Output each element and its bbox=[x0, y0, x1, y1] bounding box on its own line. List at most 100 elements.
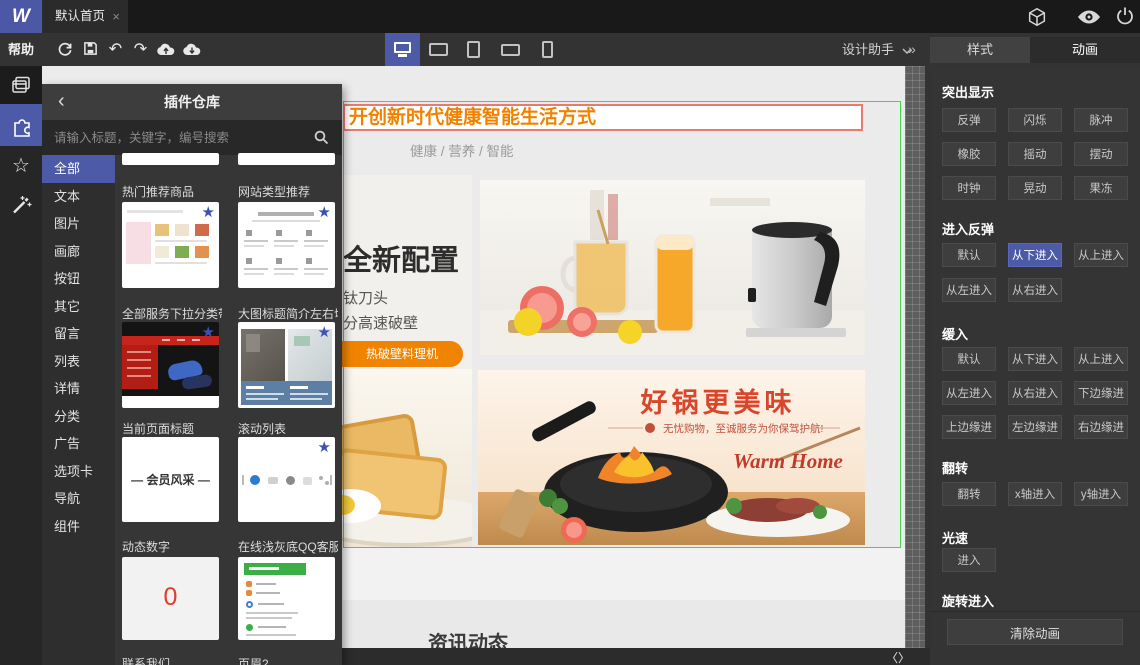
wok-banner-tagline: 无忧购物，至诚服务为你保驾护航! bbox=[663, 422, 823, 435]
anim-button[interactable]: 默认 bbox=[942, 243, 996, 267]
anim-button[interactable]: 闪烁 bbox=[1008, 108, 1062, 132]
plugin-card-scroll-list[interactable]: ★ bbox=[238, 437, 335, 522]
left-sidebar: ☆ bbox=[0, 66, 42, 665]
section-title: 缓入 bbox=[942, 327, 969, 342]
anim-button[interactable]: 橡胶 bbox=[942, 142, 996, 166]
app-logo: W bbox=[0, 0, 42, 33]
device-tablet-landscape-button[interactable] bbox=[429, 43, 448, 56]
category-item[interactable]: 画廊 bbox=[42, 238, 115, 266]
wok-banner-script: Warm Home bbox=[733, 449, 843, 473]
anim-button[interactable]: 上边缘进 bbox=[942, 415, 996, 439]
clear-animation-button[interactable]: 清除动画 bbox=[947, 619, 1123, 645]
category-item[interactable]: 选项卡 bbox=[42, 458, 115, 486]
save-icon[interactable] bbox=[82, 41, 99, 58]
page-tab[interactable]: 默认首页 × bbox=[42, 0, 128, 33]
category-item[interactable]: 分类 bbox=[42, 403, 115, 431]
category-item[interactable]: 按钮 bbox=[42, 265, 115, 293]
category-item[interactable]: 列表 bbox=[42, 348, 115, 376]
anim-button[interactable]: 从下进入 bbox=[1008, 347, 1062, 371]
page-subheading-text[interactable]: 健康 / 营养 / 智能 bbox=[410, 140, 514, 160]
category-item[interactable]: 组件 bbox=[42, 513, 115, 541]
redo-icon[interactable]: ↷ bbox=[132, 41, 149, 58]
plugin-card-dynamic-number[interactable]: 0 bbox=[122, 557, 219, 640]
search-icon[interactable] bbox=[314, 130, 329, 150]
cloud-download-icon[interactable] bbox=[182, 42, 201, 59]
plugin-search-input[interactable] bbox=[54, 120, 304, 155]
anim-button[interactable]: x轴进入 bbox=[1008, 482, 1062, 506]
hero-cta-button[interactable]: 热破壁料理机 bbox=[341, 341, 463, 367]
plugin-card-partial[interactable] bbox=[122, 153, 219, 165]
anim-button[interactable]: 从右进入 bbox=[1008, 278, 1062, 302]
tab-animation[interactable]: 动画 bbox=[1030, 37, 1140, 63]
code-view-icon[interactable]: 〈〉 bbox=[886, 649, 910, 665]
star-badge-icon: ★ bbox=[201, 324, 215, 341]
components-cube-icon[interactable] bbox=[1026, 6, 1050, 27]
plugin-card-page-title[interactable]: — 会员风采 — bbox=[122, 437, 219, 522]
page-tab-label: 默认首页 bbox=[55, 9, 106, 23]
anim-button[interactable]: y轴进入 bbox=[1074, 482, 1128, 506]
anim-button[interactable]: 从右进入 bbox=[1008, 381, 1062, 405]
anim-button[interactable]: 反弹 bbox=[942, 108, 996, 132]
anim-button[interactable]: 果冻 bbox=[1074, 176, 1128, 200]
category-item[interactable]: 文本 bbox=[42, 183, 115, 211]
refresh-icon[interactable] bbox=[56, 41, 73, 58]
anim-button[interactable]: 从左进入 bbox=[942, 381, 996, 405]
more-chevrons-button[interactable]: » bbox=[908, 33, 916, 66]
sidebar-item-pages[interactable] bbox=[0, 66, 42, 104]
anim-button-selected[interactable]: 从下进入 bbox=[1008, 243, 1062, 267]
device-phone-portrait-button[interactable] bbox=[542, 41, 553, 58]
plugin-card-hot-products[interactable]: ★ bbox=[122, 202, 219, 288]
anim-button[interactable]: 下边缘进 bbox=[1074, 381, 1128, 405]
member-style-preview-text: — 会员风采 — bbox=[131, 473, 210, 487]
category-item[interactable]: 全部 bbox=[42, 155, 115, 183]
anim-button[interactable]: 时钟 bbox=[942, 176, 996, 200]
help-button[interactable]: 帮助 bbox=[8, 33, 34, 66]
anim-button[interactable]: 翻转 bbox=[942, 482, 996, 506]
hero-text-block[interactable]: 全新配置 钛刀头 分高速破壁 热破壁料理机 bbox=[341, 175, 472, 371]
category-item[interactable]: 广告 bbox=[42, 430, 115, 458]
selected-title-element[interactable]: 开创新时代健康智能生活方式 bbox=[343, 104, 863, 131]
anim-button[interactable]: 右边缘进 bbox=[1074, 415, 1128, 439]
device-desktop-button[interactable] bbox=[385, 33, 420, 66]
anim-button[interactable]: 默认 bbox=[942, 347, 996, 371]
power-icon[interactable] bbox=[1115, 6, 1139, 27]
anim-button[interactable]: 从左进入 bbox=[942, 278, 996, 302]
preview-eye-icon[interactable] bbox=[1077, 9, 1101, 30]
sidebar-item-plugins[interactable] bbox=[0, 104, 42, 146]
sidebar-item-favorites[interactable]: ☆ bbox=[0, 146, 42, 184]
plugin-card-big-image-slider[interactable]: ★ bbox=[238, 322, 335, 408]
category-item[interactable]: 详情 bbox=[42, 375, 115, 403]
anim-button[interactable]: 左边缘进 bbox=[1008, 415, 1062, 439]
anim-button[interactable]: 脉冲 bbox=[1074, 108, 1128, 132]
design-assistant-dropdown[interactable]: 设计助手 bbox=[842, 33, 912, 66]
plugin-card-label: 网站类型推荐 bbox=[238, 185, 311, 199]
anim-button[interactable]: 从上进入 bbox=[1074, 243, 1128, 267]
plugin-card-partial[interactable] bbox=[238, 153, 335, 165]
category-item[interactable]: 图片 bbox=[42, 210, 115, 238]
canvas-bottom-bar: 〈〉 bbox=[342, 648, 930, 665]
category-item[interactable]: 留言 bbox=[42, 320, 115, 348]
anim-button[interactable]: 从上进入 bbox=[1074, 347, 1128, 371]
category-item[interactable]: 其它 bbox=[42, 293, 115, 321]
hero-line1: 钛刀头 bbox=[343, 290, 389, 307]
device-phone-landscape-button[interactable] bbox=[501, 44, 520, 56]
undo-icon[interactable]: ↶ bbox=[107, 41, 124, 58]
tab-style[interactable]: 样式 bbox=[930, 37, 1030, 63]
plugin-card-qq-service[interactable] bbox=[238, 557, 335, 640]
plugin-card-services-dropdown[interactable]: ★ bbox=[122, 322, 219, 408]
section-title: 突出显示 bbox=[942, 85, 995, 100]
category-item[interactable]: 导航 bbox=[42, 485, 115, 513]
anim-button[interactable]: 摆动 bbox=[1074, 142, 1128, 166]
anim-button[interactable]: 进入 bbox=[942, 548, 996, 572]
cloud-upload-icon[interactable] bbox=[156, 42, 175, 59]
toast-image[interactable] bbox=[341, 369, 472, 548]
tab-close-icon[interactable]: × bbox=[112, 0, 120, 33]
device-tablet-portrait-button[interactable] bbox=[467, 41, 480, 58]
plugin-card-site-types[interactable]: ★ bbox=[238, 202, 335, 288]
plugin-panel-title: 插件仓库 bbox=[164, 94, 220, 110]
anim-button[interactable]: 晃动 bbox=[1008, 176, 1062, 200]
kettle-product-image[interactable] bbox=[480, 180, 865, 355]
sidebar-item-wizard[interactable] bbox=[0, 186, 42, 224]
wok-banner-image[interactable]: 好锅更美味 无忧购物，至诚服务为你保驾护航! Warm Home bbox=[478, 370, 865, 545]
anim-button[interactable]: 摇动 bbox=[1008, 142, 1062, 166]
